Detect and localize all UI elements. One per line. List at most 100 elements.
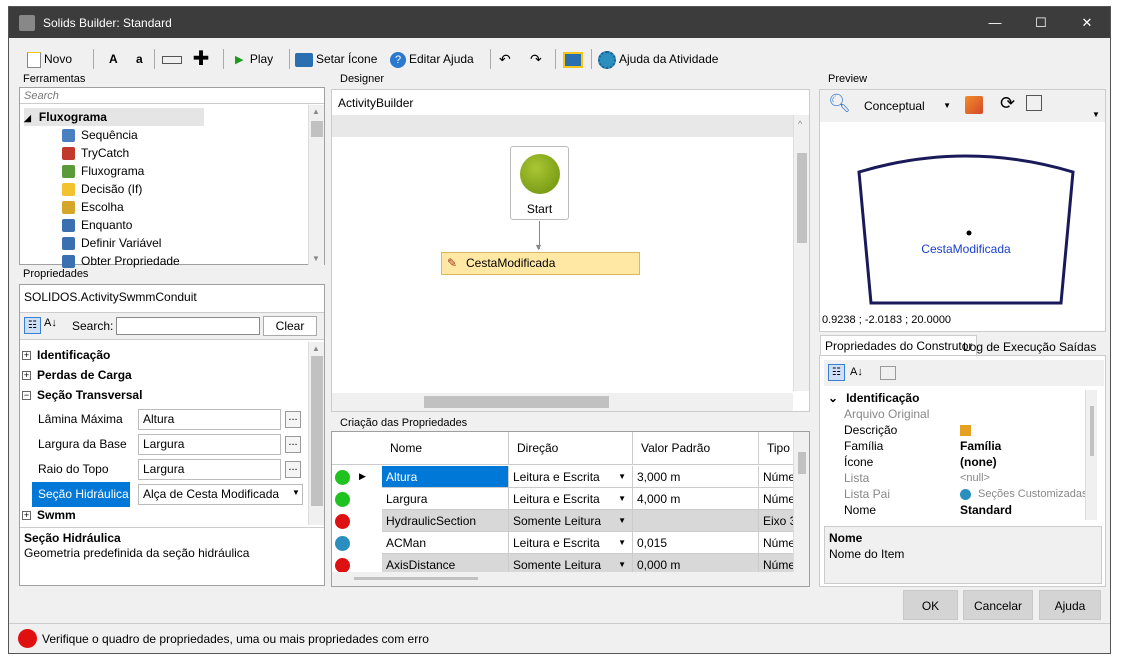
play-button[interactable]: ▶ Play: [235, 48, 273, 70]
tool-item[interactable]: Sequência: [62, 126, 138, 144]
properties-search-input[interactable]: [116, 317, 260, 335]
start-node[interactable]: Start: [510, 146, 569, 220]
property-value[interactable]: Largura: [138, 459, 281, 480]
tab-propriedades-construtor[interactable]: Propriedades do Construtor: [820, 335, 978, 355]
tool-item[interactable]: Definir Variável: [62, 234, 161, 252]
construtor-value[interactable]: Standard: [960, 502, 1012, 518]
sort-az-icon[interactable]: A↓: [850, 366, 863, 378]
category-secao-transversal[interactable]: − Seção Transversal: [22, 385, 142, 405]
tab-saidas[interactable]: Saídas: [1055, 337, 1100, 357]
chevron-down-icon[interactable]: ▼: [618, 466, 626, 487]
set-icon-button[interactable]: Setar Ícone: [295, 48, 377, 70]
cancel-button[interactable]: Cancelar: [963, 590, 1033, 620]
grid-cell-dir[interactable]: Leitura e Escrita ▼: [509, 466, 633, 488]
property-row[interactable]: Raio do Topo Largura ...: [32, 457, 313, 482]
category-perdas-de-carga[interactable]: + Perdas de Carga: [22, 365, 132, 385]
properties-scrollbar[interactable]: ▲: [308, 342, 324, 525]
grid-cell-name[interactable]: HydraulicSection: [382, 510, 509, 532]
construtor-row[interactable]: Descrição: [828, 422, 1083, 438]
close-button[interactable]: ✕: [1064, 7, 1110, 38]
construtor-value[interactable]: (none): [960, 454, 997, 470]
table-row[interactable]: ACMan Leitura e Escrita ▼ 0,015 Númer: [332, 532, 793, 554]
grid-cell-dir[interactable]: Leitura e Escrita ▼: [509, 488, 633, 510]
grid-cell-val[interactable]: 3,000 m: [633, 466, 759, 488]
grid-cell-val[interactable]: [633, 510, 759, 532]
rotate-3d-icon[interactable]: ⟳: [1000, 93, 1015, 114]
font-increase-button[interactable]: A: [109, 48, 118, 70]
grid-cell-dir[interactable]: Leitura e Escrita ▼: [509, 532, 633, 554]
scroll-thumb[interactable]: [1090, 406, 1094, 456]
property-row[interactable]: Lâmina Máxima Altura ...: [32, 407, 313, 432]
construtor-value[interactable]: Seções Customizadas: [978, 486, 1087, 502]
construtor-row[interactable]: Arquivo Original: [828, 406, 1083, 422]
scroll-down-icon[interactable]: ▼: [312, 254, 320, 263]
font-decrease-button[interactable]: a: [136, 48, 143, 70]
construtor-row[interactable]: Família Família: [828, 438, 1083, 454]
redo-button[interactable]: ↷: [530, 48, 542, 70]
property-dropdown[interactable]: Alça de Cesta Modificada: [138, 484, 303, 505]
grid-cell-tipo[interactable]: Númer: [759, 466, 793, 488]
property-row-selected[interactable]: Seção Hidráulica Alça de Cesta Modificad…: [32, 482, 313, 507]
designer-vscroll[interactable]: ^: [793, 115, 809, 391]
tool-item[interactable]: Decisão (If): [62, 180, 142, 198]
undo-button[interactable]: ↶: [499, 48, 511, 70]
grid-cell-tipo[interactable]: Númer: [759, 532, 793, 554]
construtor-row[interactable]: Lista Pai Seções Customizadas: [828, 486, 1087, 502]
edit-help-button[interactable]: ? Editar Ajuda: [390, 48, 474, 70]
grid-hscroll[interactable]: [332, 572, 809, 586]
grid-cell-val[interactable]: 0,000 m: [633, 554, 759, 572]
categorized-icon[interactable]: ☷: [828, 364, 845, 381]
grid-cell-tipo[interactable]: Númer: [759, 554, 793, 572]
grid-cell-tipo[interactable]: Númer: [759, 488, 793, 510]
designer-breadcrumb[interactable]: ActivityBuilder: [338, 96, 413, 110]
table-row[interactable]: Largura Leitura e Escrita ▼ 4,000 m Númer: [332, 488, 793, 510]
construtor-row[interactable]: Nome Standard: [828, 502, 1083, 518]
scroll-thumb[interactable]: [311, 356, 323, 506]
grid-cell-tipo[interactable]: Eixo 3: [759, 510, 793, 532]
scroll-thumb[interactable]: [354, 577, 478, 580]
scroll-up-icon[interactable]: ▲: [312, 107, 320, 116]
ellipsis-button[interactable]: ...: [285, 436, 301, 453]
table-row[interactable]: ▶ Altura Leitura e Escrita ▼ 3,000 m Númer: [332, 466, 793, 488]
sort-az-icon[interactable]: A↓: [44, 317, 57, 329]
property-value[interactable]: Altura: [138, 409, 281, 430]
edit-icon[interactable]: [960, 425, 971, 436]
expand-button[interactable]: ✚: [191, 48, 214, 70]
grid-cell-name[interactable]: Largura: [382, 488, 509, 510]
construtor-row[interactable]: Lista <null>: [828, 470, 1083, 486]
construtor-row[interactable]: Ícone (none): [828, 454, 1083, 470]
grid-cell-name[interactable]: AxisDistance: [382, 554, 509, 572]
grid-cell-val[interactable]: 4,000 m: [633, 488, 759, 510]
construtor-value[interactable]: <null>: [960, 470, 990, 486]
scroll-up-icon[interactable]: ^: [798, 119, 802, 129]
tool-item[interactable]: Escolha: [62, 198, 124, 216]
scroll-thumb[interactable]: [424, 396, 609, 408]
grid-cell-val[interactable]: 0,015: [633, 532, 759, 554]
table-row[interactable]: AxisDistance Somente Leitura ▼ 0,000 m Númer: [332, 554, 793, 572]
property-row[interactable]: Largura da Base Largura ...: [32, 432, 313, 457]
table-row[interactable]: HydraulicSection Somente Leitura ▼ Eixo 3: [332, 510, 793, 532]
ellipsis-button[interactable]: ...: [285, 461, 301, 478]
ok-button[interactable]: OK: [903, 590, 958, 620]
column-header[interactable]: Nome: [382, 432, 509, 465]
activity-help-button[interactable]: Ajuda da Atividade: [598, 48, 718, 70]
scroll-thumb[interactable]: [797, 153, 807, 243]
column-header[interactable]: Valor Padrão: [633, 432, 759, 465]
column-header[interactable]: Direção: [509, 432, 633, 465]
tree-group-fluxograma[interactable]: ◢ Fluxograma: [24, 108, 204, 126]
chevron-down-icon[interactable]: ▼: [618, 554, 626, 572]
scroll-thumb[interactable]: [798, 452, 806, 474]
view-cube-icon[interactable]: [1026, 95, 1042, 111]
tool-item[interactable]: TryCatch: [62, 144, 129, 162]
collapse-button[interactable]: [162, 48, 185, 70]
chevron-down-icon[interactable]: ▼: [618, 488, 626, 509]
property-pages-icon[interactable]: [880, 366, 896, 380]
category-identificacao[interactable]: + Identificação: [22, 345, 110, 365]
category-swmm[interactable]: + Swmm: [22, 505, 76, 525]
minimize-button[interactable]: —: [972, 7, 1018, 38]
new-button[interactable]: Novo: [27, 48, 72, 70]
property-value[interactable]: Largura: [138, 434, 281, 455]
construtor-value[interactable]: Família: [960, 438, 1001, 454]
grid-cell-name[interactable]: ACMan: [382, 532, 509, 554]
overflow-icon[interactable]: ▼: [1092, 110, 1100, 119]
